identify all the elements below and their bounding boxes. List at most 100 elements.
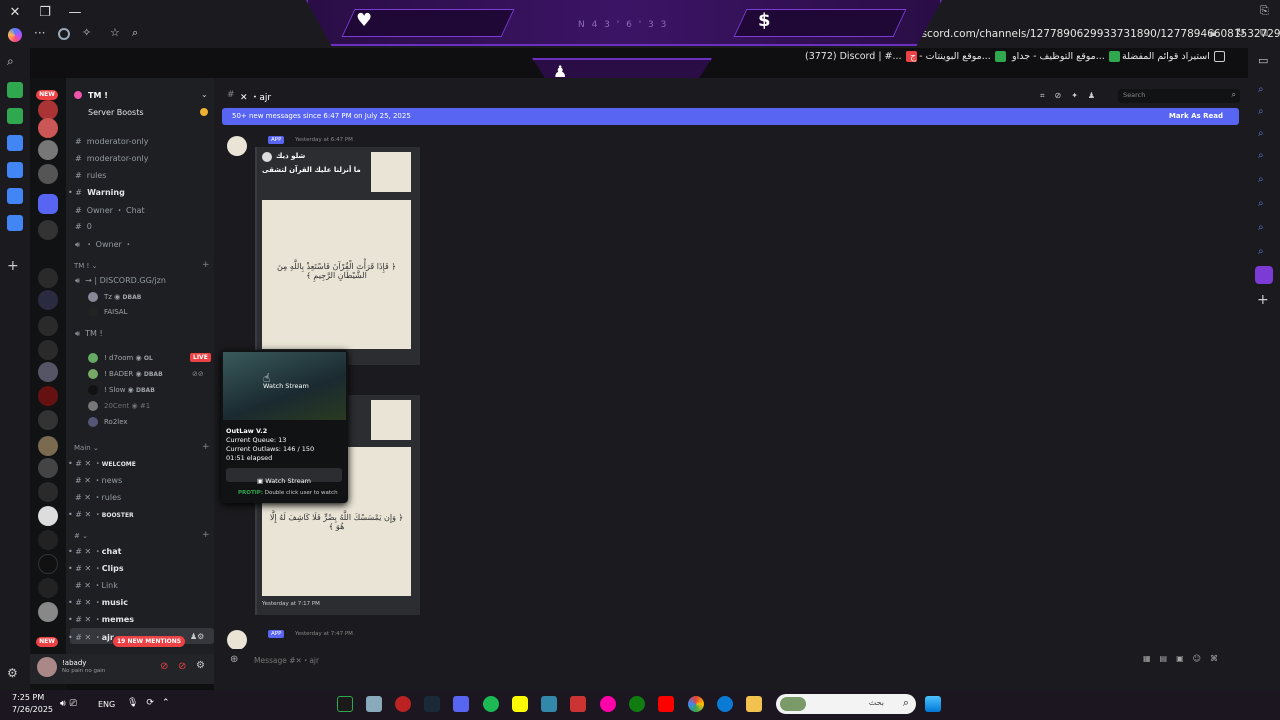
- app-icon[interactable]: [395, 696, 411, 712]
- file-explorer-icon[interactable]: [746, 696, 762, 712]
- channel-zero[interactable]: # 0: [75, 222, 92, 231]
- embed-thumbnail[interactable]: [371, 400, 411, 440]
- attach-icon[interactable]: ⊕: [230, 654, 238, 665]
- voice-user[interactable]: Tz ◉ DBAB: [104, 293, 141, 301]
- header-tools[interactable]: ⌗⊘✦♟: [1040, 91, 1105, 101]
- close-icon[interactable]: ✕: [4, 4, 26, 22]
- steam-icon[interactable]: [424, 696, 440, 712]
- server-icon[interactable]: [38, 436, 58, 456]
- add-icon[interactable]: +: [7, 258, 23, 274]
- server-icon[interactable]: [38, 602, 58, 622]
- server-icon[interactable]: [38, 458, 58, 478]
- search-input[interactable]: Search ⌕: [1118, 89, 1240, 103]
- more-icon[interactable]: ···: [34, 26, 45, 40]
- mark-as-read-button[interactable]: Mark As Read: [1169, 112, 1223, 120]
- channel-link[interactable]: # ✕ ・Link: [75, 580, 118, 591]
- channel-music[interactable]: • # ✕ ・music: [68, 597, 128, 608]
- voice-user[interactable]: ! BADER ◉ DBAB: [104, 370, 163, 378]
- voice-user[interactable]: ! d7oom ◉ OL: [104, 354, 153, 362]
- voice-channel-owner[interactable]: 🔊︎ ・ Owner ・: [75, 239, 132, 250]
- clock-date[interactable]: 7/26/2025: [12, 705, 53, 714]
- profile-icon[interactable]: [58, 28, 70, 40]
- app-icon[interactable]: [337, 696, 353, 712]
- bookmark-import[interactable]: استيراد قوائم المفضلة: [1122, 51, 1225, 62]
- server-icon[interactable]: [38, 164, 58, 184]
- sheets-icon[interactable]: [7, 82, 23, 98]
- voice-user[interactable]: FAISAL: [104, 308, 128, 316]
- server-icon[interactable]: [38, 578, 58, 598]
- restore-icon[interactable]: ❐: [34, 4, 56, 22]
- discord-icon[interactable]: [453, 696, 469, 712]
- new-mentions-badge[interactable]: 19 NEW MENTIONS: [113, 636, 186, 647]
- channel-clips[interactable]: • # ✕ ・Clips: [68, 563, 124, 574]
- spotify-icon[interactable]: [483, 696, 499, 712]
- settings-icon[interactable]: ⚙: [196, 660, 205, 671]
- embed-image[interactable]: ﴿ فَإِذَا قَرَأْتَ الْقُرْآنَ فَاسْتَعِذ…: [262, 200, 411, 349]
- channel-moderator-only-2[interactable]: # moderator-only: [75, 154, 148, 163]
- category-hash[interactable]: # ⌄: [74, 532, 88, 540]
- server-icon[interactable]: [38, 482, 58, 502]
- sidebar-toggle-icon[interactable]: ▭: [1258, 54, 1268, 67]
- bookmark-jobs[interactable]: موقع التوظيف - جداو...: [1012, 51, 1120, 62]
- star-icon[interactable]: ☆: [110, 26, 120, 39]
- server-icon[interactable]: [38, 316, 58, 336]
- mic-muted-icon[interactable]: ⊘: [160, 661, 168, 672]
- voice-channel-invite[interactable]: 🔊︎ → | DISCORD.GG/jzn: [75, 276, 166, 286]
- category-tm[interactable]: TM ! ⌄: [74, 262, 97, 270]
- channel-welcome[interactable]: • # ✕ ・WELCOME: [68, 458, 136, 469]
- server-folder-icon[interactable]: [38, 194, 58, 214]
- avatar[interactable]: [227, 630, 247, 650]
- composer-tools[interactable]: ▦▤▣☺⌘: [1143, 654, 1227, 663]
- search-icon[interactable]: ⌕: [1258, 222, 1270, 234]
- app-icon[interactable]: [1255, 266, 1273, 284]
- pages-icon[interactable]: ⎘: [1260, 4, 1269, 18]
- channel-booster[interactable]: • # ✕ ・BOOSTER: [68, 509, 134, 520]
- server-icon[interactable]: [38, 268, 58, 288]
- server-icon[interactable]: [38, 340, 58, 360]
- bookmark-points[interactable]: موقع البوينتات - ج...: [910, 51, 1006, 62]
- channel-ajr[interactable]: • # ✕ ・ajr: [68, 632, 114, 643]
- app-icon[interactable]: [600, 696, 616, 712]
- channel-rules-main[interactable]: # ✕ ・rules: [75, 492, 121, 503]
- sheets-icon[interactable]: [7, 108, 23, 124]
- search-icon[interactable]: ⌕: [1258, 174, 1270, 186]
- docs-icon[interactable]: [7, 135, 23, 151]
- docs-icon[interactable]: [7, 188, 23, 204]
- search-icon[interactable]: ⌕: [1258, 84, 1270, 96]
- add-icon[interactable]: +: [1257, 292, 1269, 308]
- extension-icon[interactable]: ✧: [82, 26, 91, 39]
- category-main[interactable]: Main ⌄: [74, 444, 99, 452]
- server-icon[interactable]: [38, 506, 58, 526]
- channel-warning[interactable]: • # Warning: [68, 188, 125, 197]
- channel-memes[interactable]: • # ✕ ・memes: [68, 614, 134, 625]
- search-icon[interactable]: ⌕: [1258, 246, 1270, 258]
- channel-moderator-only[interactable]: # moderator-only: [75, 137, 148, 146]
- message-input[interactable]: Message #✕・ajr: [254, 655, 319, 666]
- avatar[interactable]: [227, 136, 247, 156]
- xbox-icon[interactable]: [629, 696, 645, 712]
- server-icon[interactable]: [38, 118, 58, 138]
- snapchat-icon[interactable]: [512, 696, 528, 712]
- voice-channel-tm[interactable]: 🔊︎ TM !: [75, 329, 103, 339]
- youtube-icon[interactable]: [658, 696, 674, 712]
- invite-icon[interactable]: ♟⚙: [190, 632, 204, 641]
- app-icon[interactable]: [541, 696, 557, 712]
- settings-app-icon[interactable]: [366, 696, 382, 712]
- search-icon[interactable]: ⌕: [1258, 150, 1270, 162]
- server-icon[interactable]: [38, 290, 58, 310]
- new-messages-banner[interactable]: 50+ new messages since 6:47 PM on July 2…: [222, 108, 1239, 125]
- lock-icon[interactable]: 🔒︎: [1210, 26, 1216, 40]
- minimize-icon[interactable]: —: [64, 4, 86, 22]
- search-icon[interactable]: ⌕: [1258, 198, 1270, 210]
- settings-icon[interactable]: ⚙: [7, 666, 23, 682]
- edge-icon[interactable]: [717, 696, 733, 712]
- app-icon[interactable]: [570, 696, 586, 712]
- add-channel-icon[interactable]: +: [202, 260, 210, 270]
- docs-icon[interactable]: [7, 162, 23, 178]
- docs-icon[interactable]: [7, 215, 23, 231]
- server-icon[interactable]: [38, 140, 58, 160]
- server-icon[interactable]: [38, 220, 58, 240]
- bookmark-discord[interactable]: (3772) Discord | #...: [805, 51, 917, 62]
- channel-chat[interactable]: • # ✕ ・chat: [68, 546, 121, 557]
- address-bar[interactable]: discord.com/channels/1277890629933731890…: [912, 28, 1280, 40]
